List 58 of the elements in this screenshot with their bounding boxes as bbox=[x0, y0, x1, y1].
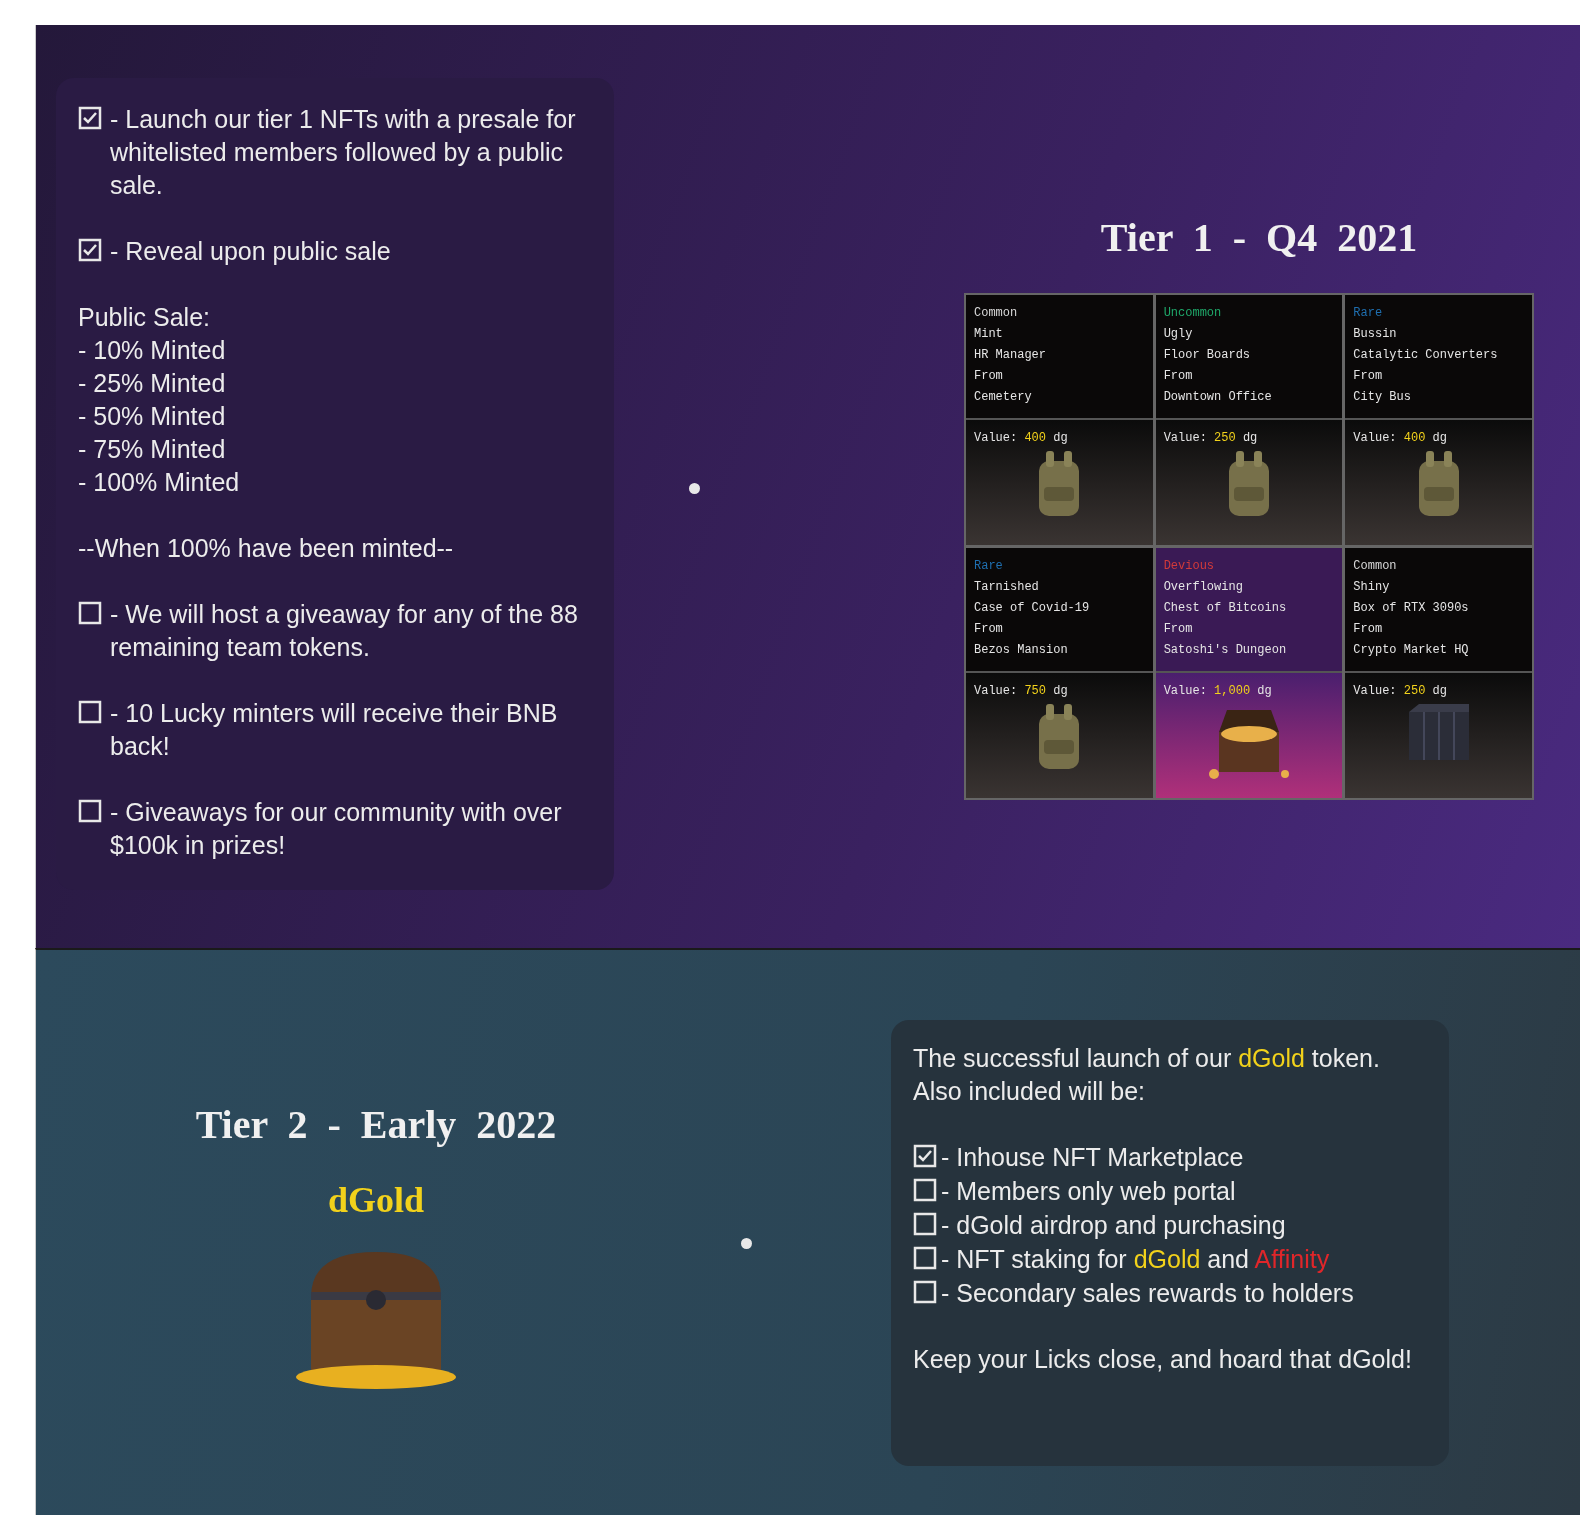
card-text: HR Manager bbox=[974, 347, 1047, 364]
token-name: dGold bbox=[327, 1179, 424, 1222]
checklist-text: - 10 Lucky minters will receive their BNB back! bbox=[110, 698, 559, 762]
card-text: Tarnished bbox=[974, 579, 1040, 596]
checklist-text: - Launch our tier 1 NFTs with a presale for whitelisted members followed by a public sale. bbox=[110, 104, 577, 201]
card-text: Catalytic Converters bbox=[1353, 347, 1499, 364]
rarity-label: Rare bbox=[974, 558, 1004, 575]
card-text: Chest of Bitcoins bbox=[1163, 600, 1288, 617]
checklist-text: - Inhouse NFT Marketplace bbox=[941, 1142, 1244, 1173]
card-text: Case of Covid-19 bbox=[974, 600, 1091, 617]
card-text: Bussin bbox=[1353, 326, 1398, 343]
checklist-text: - Reveal upon public sale bbox=[110, 236, 391, 267]
card-text: From bbox=[1163, 368, 1194, 385]
intro-text: The successful launch of our dGold token. Also included will be: bbox=[913, 1043, 1381, 1107]
rarity-label: Common bbox=[1353, 558, 1398, 575]
rarity-label: Uncommon bbox=[1163, 305, 1223, 322]
value-text: Value: 400 dg bbox=[1353, 430, 1447, 447]
tier-title: Tier 1 - Q4 2021 bbox=[1100, 214, 1418, 262]
card-text: Cemetery bbox=[974, 389, 1033, 406]
rarity-label: Rare bbox=[1353, 305, 1384, 322]
public-sale-title: Public Sale: bbox=[78, 302, 212, 333]
card-text: Bezos Mansion bbox=[974, 642, 1069, 659]
card-text: Mint bbox=[974, 326, 1004, 343]
card-text: From bbox=[1163, 621, 1194, 638]
milestone-text: - 25% Minted bbox=[78, 368, 227, 399]
checklist-text: - We will host a giveaway for any of the 88 remaining team tokens. bbox=[110, 599, 579, 663]
value-text: Value: 250 dg bbox=[1163, 430, 1258, 447]
card-text: From bbox=[1353, 368, 1384, 385]
card-text: Shiny bbox=[1353, 579, 1391, 596]
card-text: Satoshi's Dungeon bbox=[1163, 642, 1288, 659]
card-text: Box of RTX 3090s bbox=[1353, 600, 1470, 617]
tier-title: Tier 2 - Early 2022 bbox=[195, 1101, 557, 1149]
card-text: City Bus bbox=[1353, 389, 1412, 406]
card-text: From bbox=[1353, 621, 1384, 638]
checklist-text: - NFT staking for dGold and Affinity bbox=[941, 1244, 1330, 1275]
value-text: Value: 250 dg bbox=[1353, 683, 1447, 700]
card-text: Ugly bbox=[1163, 326, 1194, 343]
checklist-text: - Giveaways for our community with over $100k in prizes! bbox=[110, 797, 563, 861]
card-text: Overflowing bbox=[1163, 579, 1244, 596]
closing-text: Keep your Licks close, and hoard that dGold! bbox=[913, 1344, 1413, 1375]
value-text: Value: 1,000 dg bbox=[1163, 683, 1272, 700]
milestone-text: - 75% Minted bbox=[78, 434, 227, 465]
milestone-text: - 50% Minted bbox=[78, 401, 227, 432]
checklist-text: - Secondary sales rewards to holders bbox=[941, 1278, 1354, 1309]
card-text: Floor Boards bbox=[1163, 347, 1252, 364]
checklist-text: - dGold airdrop and purchasing bbox=[941, 1210, 1286, 1241]
note-text: --When 100% have been minted-- bbox=[78, 533, 455, 564]
rarity-label: Devious bbox=[1163, 558, 1216, 575]
checklist-text: - Members only web portal bbox=[941, 1176, 1236, 1207]
card-text: From bbox=[974, 621, 1004, 638]
value-text: Value: 400 dg bbox=[974, 430, 1068, 447]
value-text: Value: 750 dg bbox=[974, 683, 1068, 700]
card-text: Crypto Market HQ bbox=[1353, 642, 1470, 659]
milestone-text: - 10% Minted bbox=[78, 335, 227, 366]
milestone-text: - 100% Minted bbox=[78, 467, 241, 498]
card-text: Downtown Office bbox=[1163, 389, 1273, 406]
rarity-label: Common bbox=[974, 305, 1019, 322]
card-text: From bbox=[974, 368, 1004, 385]
